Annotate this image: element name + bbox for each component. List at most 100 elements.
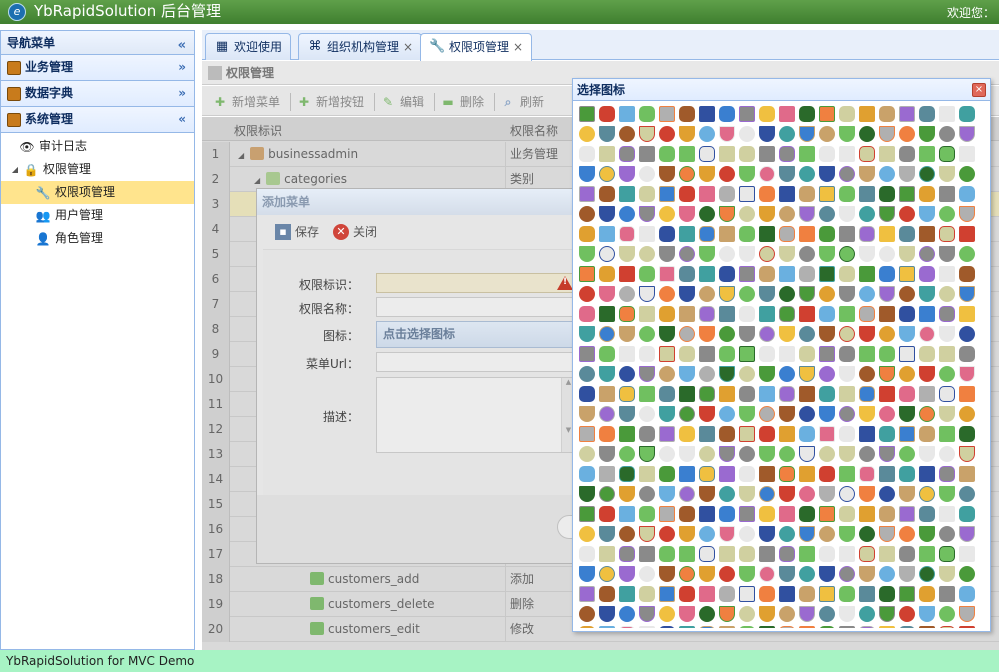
icon-option-icon[interactable] [579, 266, 595, 282]
icon-option-icon[interactable] [579, 426, 595, 442]
icon-option-icon[interactable] [899, 366, 915, 382]
icon-option-icon[interactable] [879, 566, 895, 582]
icon-option-icon[interactable] [899, 286, 915, 302]
icon-option-icon[interactable] [959, 366, 975, 382]
icon-option-icon[interactable] [599, 166, 615, 182]
icon-option-icon[interactable] [939, 346, 955, 362]
icon-option-icon[interactable] [719, 546, 735, 562]
icon-option-icon[interactable] [699, 326, 715, 342]
icon-option-icon[interactable] [719, 126, 735, 142]
icon-option-icon[interactable] [619, 106, 635, 122]
icon-option-icon[interactable] [659, 386, 675, 402]
icon-option-icon[interactable] [719, 486, 735, 502]
icon-option-icon[interactable] [639, 466, 655, 482]
icon-option-icon[interactable] [659, 106, 675, 122]
icon-option-icon[interactable] [599, 626, 615, 628]
icon-option-icon[interactable] [799, 266, 815, 282]
icon-option-icon[interactable] [699, 346, 715, 362]
icon-option-icon[interactable] [919, 166, 935, 182]
tree-expander-icon[interactable]: ◢ [238, 151, 244, 160]
icon-option-icon[interactable] [659, 286, 675, 302]
description-field[interactable]: ▲ ▼ [376, 377, 576, 453]
icon-option-icon[interactable] [939, 246, 955, 262]
icon-option-icon[interactable] [959, 126, 975, 142]
icon-option-icon[interactable] [859, 206, 875, 222]
icon-option-icon[interactable] [879, 286, 895, 302]
icon-option-icon[interactable] [599, 406, 615, 422]
icon-option-icon[interactable] [899, 586, 915, 602]
icon-option-icon[interactable] [779, 306, 795, 322]
icon-option-icon[interactable] [719, 426, 735, 442]
icon-option-icon[interactable] [579, 526, 595, 542]
icon-option-icon[interactable] [759, 386, 775, 402]
icon-option-icon[interactable] [599, 466, 615, 482]
icon-option-icon[interactable] [899, 386, 915, 402]
icon-option-icon[interactable] [619, 286, 635, 302]
icon-option-icon[interactable] [799, 486, 815, 502]
icon-option-icon[interactable] [739, 186, 755, 202]
icon-option-icon[interactable] [879, 266, 895, 282]
icon-option-icon[interactable] [859, 566, 875, 582]
icon-option-icon[interactable] [759, 146, 775, 162]
icon-option-icon[interactable] [599, 306, 615, 322]
icon-option-icon[interactable] [799, 126, 815, 142]
icon-option-icon[interactable] [859, 586, 875, 602]
icon-option-icon[interactable] [819, 286, 835, 302]
icon-option-icon[interactable] [659, 566, 675, 582]
icon-option-icon[interactable] [919, 446, 935, 462]
icon-option-icon[interactable] [879, 526, 895, 542]
icon-option-icon[interactable] [919, 106, 935, 122]
icon-option-icon[interactable] [739, 506, 755, 522]
icon-option-icon[interactable] [659, 166, 675, 182]
url-field[interactable] [376, 352, 576, 372]
icon-option-icon[interactable] [699, 226, 715, 242]
save-button[interactable]: ▪ 保存 [275, 223, 319, 241]
icon-option-icon[interactable] [779, 566, 795, 582]
icon-option-icon[interactable] [819, 226, 835, 242]
icon-option-icon[interactable] [879, 386, 895, 402]
icon-option-icon[interactable] [819, 626, 835, 628]
icon-option-icon[interactable] [699, 246, 715, 262]
icon-option-icon[interactable] [639, 366, 655, 382]
icon-option-icon[interactable] [679, 566, 695, 582]
icon-option-icon[interactable] [839, 106, 855, 122]
icon-option-icon[interactable] [679, 406, 695, 422]
icon-option-icon[interactable] [599, 266, 615, 282]
icon-option-icon[interactable] [619, 386, 635, 402]
icon-option-icon[interactable] [939, 606, 955, 622]
icon-option-icon[interactable] [739, 486, 755, 502]
icon-option-icon[interactable] [679, 286, 695, 302]
icon-option-icon[interactable] [679, 106, 695, 122]
icon-option-icon[interactable] [919, 546, 935, 562]
icon-option-icon[interactable] [919, 426, 935, 442]
icon-option-icon[interactable] [859, 346, 875, 362]
tree-expander-icon[interactable]: ◢ [7, 162, 23, 178]
icon-option-icon[interactable] [819, 206, 835, 222]
icon-option-icon[interactable] [619, 606, 635, 622]
icon-option-icon[interactable] [859, 246, 875, 262]
icon-option-icon[interactable] [959, 546, 975, 562]
icon-option-icon[interactable] [619, 566, 635, 582]
nav-section-1[interactable]: 数据字典 » [1, 81, 194, 107]
icon-option-icon[interactable] [639, 106, 655, 122]
toolbar-button-4[interactable]: ⌕ 刷新 [493, 93, 544, 111]
icon-option-icon[interactable] [579, 486, 595, 502]
icon-option-icon[interactable] [739, 426, 755, 442]
icon-option-icon[interactable] [799, 446, 815, 462]
icon-option-icon[interactable] [959, 426, 975, 442]
icon-option-icon[interactable] [599, 286, 615, 302]
icon-option-icon[interactable] [899, 106, 915, 122]
icon-option-icon[interactable] [779, 626, 795, 628]
icon-option-icon[interactable] [719, 246, 735, 262]
icon-option-icon[interactable] [779, 366, 795, 382]
icon-option-icon[interactable] [779, 406, 795, 422]
icon-option-icon[interactable] [839, 306, 855, 322]
icon-option-icon[interactable] [699, 386, 715, 402]
icon-option-icon[interactable] [599, 366, 615, 382]
icon-option-icon[interactable] [839, 406, 855, 422]
icon-option-icon[interactable] [919, 286, 935, 302]
icon-option-icon[interactable] [719, 606, 735, 622]
icon-option-icon[interactable] [679, 126, 695, 142]
icon-option-icon[interactable] [739, 306, 755, 322]
icon-option-icon[interactable] [619, 126, 635, 142]
